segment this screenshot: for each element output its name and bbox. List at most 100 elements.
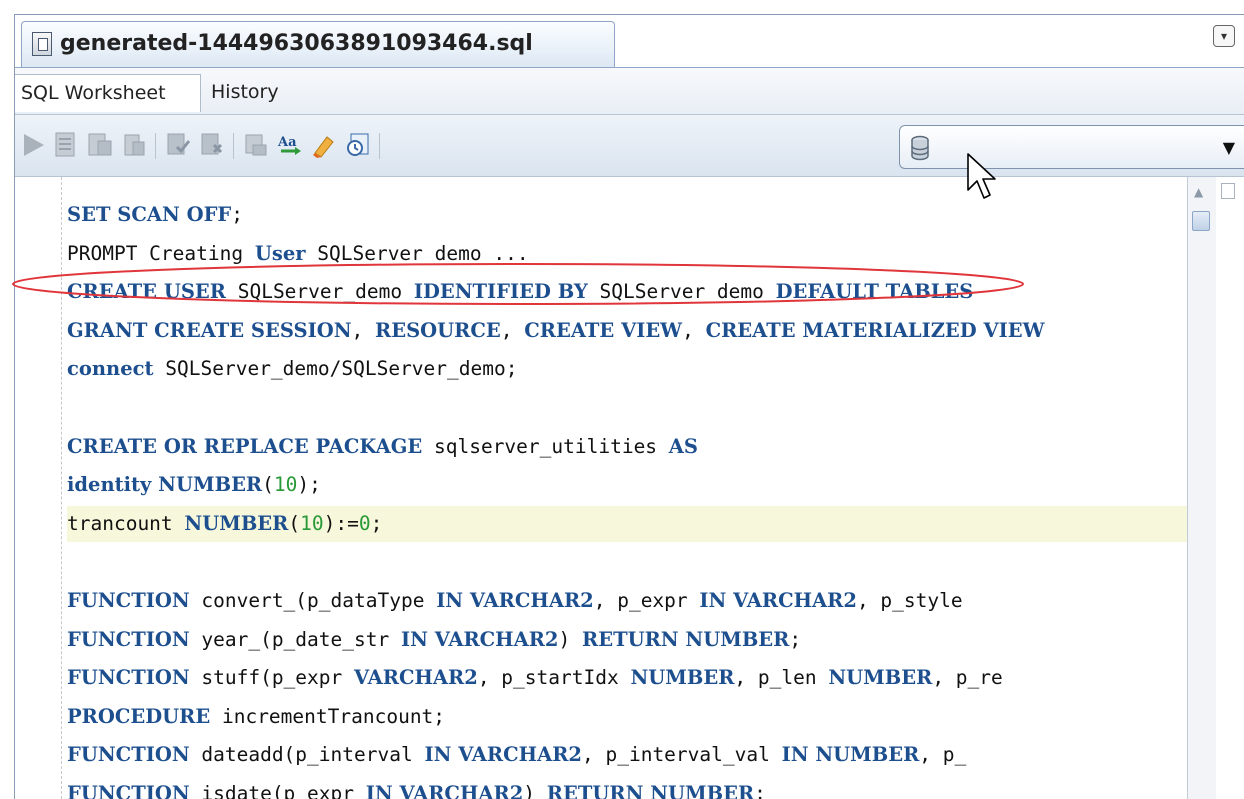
sql-editor-window: generated-1444963063891093464.sql ▾ SQL … xyxy=(14,14,1244,799)
connection-select[interactable]: ▼ xyxy=(899,125,1244,169)
numeric-literal: 10 xyxy=(300,511,324,535)
code-text: ; xyxy=(370,511,383,535)
code-text: sqlserver_utilities xyxy=(422,434,669,458)
code-text: ; xyxy=(789,627,802,651)
database-cylinder-icon xyxy=(911,135,929,161)
explain-plan-icon[interactable] xyxy=(121,131,147,159)
code-line[interactable]: trancount NUMBER(10):=0; xyxy=(67,505,1187,542)
sql-keyword: connect xyxy=(67,357,154,381)
code-line[interactable]: GRANT CREATE SESSION, RESOURCE, CREATE V… xyxy=(67,313,1187,349)
history-icon[interactable] xyxy=(345,131,371,159)
sql-keyword: CREATE VIEW xyxy=(524,318,683,342)
code-line[interactable]: CREATE OR REPLACE PACKAGE sqlserver_util… xyxy=(67,429,1187,465)
sql-keyword: identity NUMBER xyxy=(67,473,263,497)
toolbar-separator xyxy=(233,133,234,159)
code-text: ; xyxy=(231,203,244,226)
run-statement-icon[interactable] xyxy=(21,131,47,159)
code-text: , p_len xyxy=(734,666,829,690)
sql-keyword: CREATE MATERIALIZED VIEW xyxy=(705,318,1045,342)
sql-keyword: RESOURCE xyxy=(375,318,501,342)
editor-gutter xyxy=(61,177,62,799)
sql-tuning-icon[interactable] xyxy=(243,131,269,159)
sql-keyword: IN VARCHAR2 xyxy=(365,782,524,799)
tab-history[interactable]: History xyxy=(205,74,285,112)
code-text: , p_interval_val xyxy=(582,743,782,767)
sql-keyword: IDENTIFIED BY xyxy=(413,280,588,304)
sql-keyword: FUNCTION xyxy=(67,589,190,612)
code-text: ( xyxy=(262,473,274,497)
sql-keyword: CREATE OR REPLACE PACKAGE xyxy=(67,434,423,458)
sql-keyword: User xyxy=(254,241,306,265)
code-line[interactable] xyxy=(67,390,1187,426)
code-text: , p_startIdx xyxy=(477,666,631,690)
file-tab-title: generated-1444963063891093464.sql xyxy=(60,31,533,56)
numeric-literal: 0 xyxy=(358,511,371,535)
toolbar-separator xyxy=(155,133,156,159)
worksheet-subtabs: SQL Worksheet History xyxy=(15,67,1244,115)
run-script-icon[interactable] xyxy=(53,131,79,159)
code-line[interactable]: CREATE USER SQLServer_demo IDENTIFIED BY… xyxy=(67,274,1187,310)
document-icon xyxy=(32,32,52,56)
sql-keyword: GRANT CREATE SESSION xyxy=(67,318,352,342)
code-editor[interactable]: SET SCAN OFF; PROMPT Creating User SQLSer… xyxy=(15,177,1244,799)
code-text: SQLServer_demo xyxy=(225,280,414,304)
sql-keyword: IN VARCHAR2 xyxy=(400,627,559,651)
code-text: trancount xyxy=(67,511,185,535)
overview-ruler-box xyxy=(1221,183,1235,199)
sql-keyword: IN VARCHAR2 xyxy=(699,589,857,612)
code-text: stuff(p_expr xyxy=(189,666,355,690)
sql-keyword: SET SCAN OFF xyxy=(67,203,232,226)
sql-keyword: VARCHAR2 xyxy=(354,666,478,690)
code-line[interactable]: FUNCTION stuff(p_expr VARCHAR2, p_startI… xyxy=(67,660,1187,696)
code-area[interactable]: SET SCAN OFF; PROMPT Creating User SQLSer… xyxy=(67,177,1187,799)
code-text: , p_expr xyxy=(593,589,700,612)
code-text: ( xyxy=(288,511,301,535)
numeric-literal: 10 xyxy=(273,473,298,497)
toolbar-separator xyxy=(379,133,380,159)
code-text: ):= xyxy=(323,511,359,535)
code-text: ) xyxy=(558,627,582,651)
code-text: SQLServer_demo xyxy=(587,280,776,304)
sql-keyword: NUMBER xyxy=(828,666,933,690)
rollback-icon[interactable] xyxy=(199,131,225,159)
sql-keyword: CREATE USER xyxy=(67,280,226,304)
sql-keyword: PROCEDURE xyxy=(67,704,211,728)
code-text: , p_style xyxy=(856,589,963,612)
file-tab[interactable]: generated-1444963063891093464.sql xyxy=(21,21,615,67)
sql-keyword: FUNCTION xyxy=(67,743,190,767)
code-line[interactable]: PROMPT Creating User SQLServer_demo ... xyxy=(67,236,1187,272)
tab-sql-worksheet[interactable]: SQL Worksheet xyxy=(15,74,201,112)
scroll-up-icon[interactable]: ▲ xyxy=(1194,185,1203,199)
vertical-scrollbar[interactable]: ▲ xyxy=(1187,177,1216,799)
tab-list-dropdown-icon[interactable]: ▾ xyxy=(1213,25,1235,47)
code-line[interactable]: FUNCTION year_(p_date_str IN VARCHAR2) R… xyxy=(67,622,1187,658)
sql-keyword: DEFAULT TABLES xyxy=(775,280,974,304)
sql-keyword: IN VARCHAR2 xyxy=(436,589,594,612)
code-text: , xyxy=(500,318,525,342)
code-text: year_(p_date_str xyxy=(189,627,401,651)
svg-text:Aa: Aa xyxy=(277,135,297,150)
code-text: , xyxy=(682,318,706,342)
code-line[interactable]: FUNCTION dateadd(p_interval IN VARCHAR2,… xyxy=(67,737,1187,773)
code-line[interactable] xyxy=(67,544,1187,580)
code-text: PROMPT Creating xyxy=(67,241,255,265)
autotrace-icon[interactable] xyxy=(87,131,113,159)
code-text: ) xyxy=(523,782,547,799)
scrollbar-thumb[interactable] xyxy=(1192,211,1210,231)
code-line[interactable]: PROCEDURE incrementTrancount; xyxy=(67,699,1187,735)
code-line[interactable]: identity NUMBER(10); xyxy=(67,467,1187,503)
code-line[interactable]: FUNCTION isdate(p_expr IN VARCHAR2) RETU… xyxy=(67,776,1187,799)
chevron-down-icon[interactable]: ▼ xyxy=(1223,138,1235,157)
clear-icon[interactable] xyxy=(311,131,337,159)
code-text: incrementTrancount; xyxy=(210,704,446,728)
sql-keyword: NUMBER xyxy=(184,511,289,535)
code-line[interactable]: connect SQLServer_demo/SQLServer_demo; xyxy=(67,351,1187,387)
code-text: SQLServer_demo ... xyxy=(305,241,529,265)
code-text: , p_re xyxy=(932,666,1003,690)
format-text-icon[interactable]: Aa xyxy=(277,131,303,159)
code-text: ); xyxy=(297,473,321,497)
sql-keyword: NUMBER xyxy=(630,666,735,690)
code-line[interactable]: FUNCTION convert_(p_dataType IN VARCHAR2… xyxy=(67,583,1187,619)
commit-icon[interactable] xyxy=(165,131,191,159)
code-line[interactable]: SET SCAN OFF; xyxy=(67,197,1187,233)
